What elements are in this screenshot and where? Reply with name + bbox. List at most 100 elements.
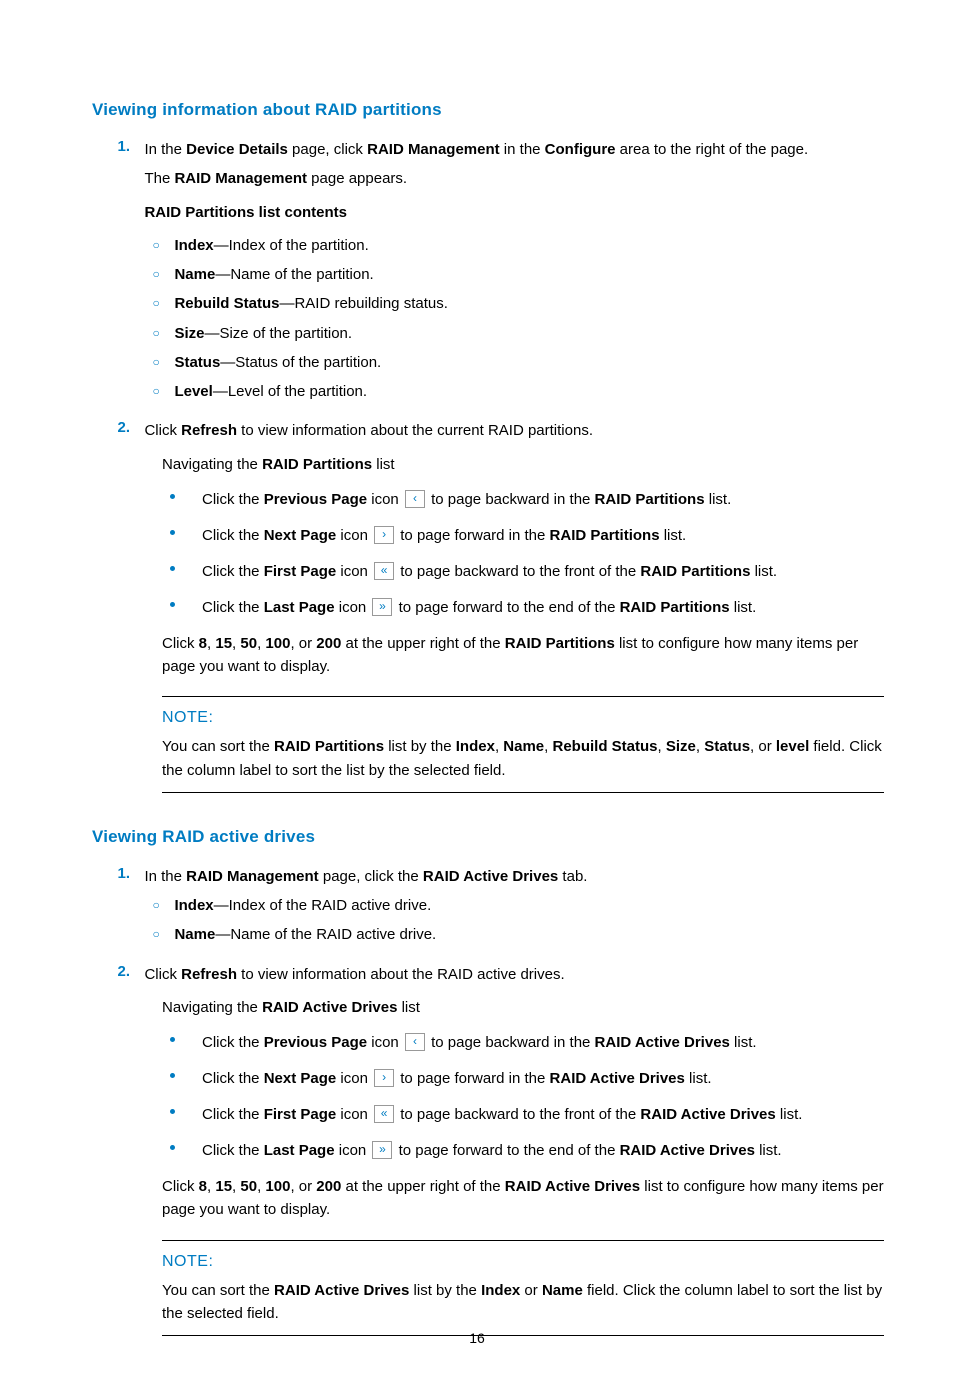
page-sizes-paragraph: Click 8, 15, 50, 100, or 200 at the uppe… (162, 632, 884, 679)
bold-text: 15 (215, 1178, 232, 1195)
text: list (372, 456, 395, 473)
page-nav-icon: › (374, 526, 394, 544)
text: —Status of the partition. (220, 354, 381, 371)
bold-text: First Page (264, 563, 337, 580)
bold-text: Refresh (181, 422, 237, 439)
bold-text: RAID Active Drives (423, 868, 558, 885)
list-item: Click the First Page icon « to page back… (162, 560, 884, 584)
text: list. (705, 491, 732, 508)
note-body: You can sort the RAID Active Drives list… (162, 1279, 884, 1326)
text: list. (750, 563, 777, 580)
text: in the (500, 141, 545, 158)
bold-text: Device Details (186, 141, 288, 158)
step-text: In the RAID Management page, click the R… (144, 865, 824, 957)
text: list. (730, 599, 757, 616)
page-sizes-paragraph: Click 8, 15, 50, 100, or 200 at the uppe… (162, 1175, 884, 1222)
text: —Size of the partition. (204, 325, 352, 342)
list-item: ○Index—Index of the partition. (144, 234, 824, 257)
bold-text: Configure (545, 141, 616, 158)
text: , or (750, 738, 776, 755)
text: list. (755, 1142, 782, 1159)
step-2: 2. Click Refresh to view information abo… (92, 963, 884, 986)
bold-text: First Page (264, 1106, 337, 1123)
list-item: Click the First Page icon « to page back… (162, 1103, 884, 1127)
nav-bullet-list: Click the Previous Page icon ‹ to page b… (162, 488, 884, 620)
text: to page forward to the end of the (394, 1142, 619, 1159)
bold-text: RAID Partitions (274, 738, 384, 755)
bold-text: RAID Active Drives (620, 1142, 755, 1159)
nav-title: Navigating the RAID Partitions list (162, 453, 884, 476)
text: page appears. (307, 170, 407, 187)
page-nav-icon: » (372, 598, 392, 616)
bold-text: 50 (240, 635, 257, 652)
bold-text: Index (174, 897, 213, 914)
text: —Level of the partition. (213, 383, 367, 400)
bold-text: RAID Partitions (620, 599, 730, 616)
text: Click the (202, 1070, 264, 1087)
text: Navigating the (162, 999, 262, 1016)
text: list by the (384, 738, 456, 755)
text: area to the right of the page. (616, 141, 809, 158)
bullet-icon (170, 1145, 175, 1150)
bullet-icon (170, 602, 175, 607)
text: Click the (202, 599, 264, 616)
bullet-icon (170, 566, 175, 571)
text: icon (336, 1070, 372, 1087)
step-text: Click Refresh to view information about … (144, 963, 824, 986)
text: list (397, 999, 420, 1016)
text: icon (336, 527, 372, 544)
text: at the upper right of the (341, 635, 504, 652)
bullet-icon (170, 1073, 175, 1078)
page-nav-icon: ‹ (405, 1033, 425, 1051)
text: to page backward to the front of the (396, 1106, 640, 1123)
step-2: 2. Click Refresh to view information abo… (92, 419, 884, 442)
text: icon (335, 1142, 371, 1159)
list-item: ○Name—Name of the RAID active drive. (144, 923, 824, 946)
heading-raid-active-drives: Viewing RAID active drives (92, 827, 884, 847)
text: to page backward in the (427, 491, 595, 508)
bold-text: Previous Page (264, 1034, 367, 1051)
list-item: ○Index—Index of the RAID active drive. (144, 894, 824, 917)
text: list. (660, 527, 687, 544)
paragraph: The RAID Management page appears. (144, 167, 824, 190)
bullet-icon (170, 530, 175, 535)
text: to page backward in the (427, 1034, 595, 1051)
bold-text: Next Page (264, 527, 337, 544)
list-item: Click the Last Page icon » to page forwa… (162, 1139, 884, 1163)
text: at the upper right of the (341, 1178, 504, 1195)
text: tab. (558, 868, 587, 885)
list-title: RAID Partitions list contents (144, 201, 824, 224)
circle-bullet-icon: ○ (152, 267, 159, 281)
page-nav-icon: ‹ (405, 490, 425, 508)
text: —Name of the RAID active drive. (215, 926, 436, 943)
list-item: ○Rebuild Status—RAID rebuilding status. (144, 292, 824, 315)
bold-text: RAID Management (367, 141, 500, 158)
circle-bullet-icon: ○ (152, 326, 159, 340)
text: to page forward to the end of the (394, 599, 619, 616)
text: page, click (288, 141, 367, 158)
bold-text: Size (666, 738, 696, 755)
bold-text: 200 (316, 635, 341, 652)
text: icon (335, 599, 371, 616)
note-label: NOTE: (162, 709, 884, 727)
page-nav-icon: « (374, 1105, 394, 1123)
circle-bullet-icon: ○ (152, 296, 159, 310)
circle-bullet-icon: ○ (152, 898, 159, 912)
text: Click the (202, 1142, 264, 1159)
bold-text: Rebuild Status (552, 738, 657, 755)
text: icon (367, 491, 403, 508)
bold-text: Next Page (264, 1070, 337, 1087)
bullet-icon (170, 1037, 175, 1042)
text: You can sort the (162, 738, 274, 755)
text: , or (290, 1178, 316, 1195)
bold-text: RAID Partitions (262, 456, 372, 473)
bold-text: RAID Partitions (550, 527, 660, 544)
text: to view information about the current RA… (237, 422, 593, 439)
list-item: ○Status—Status of the partition. (144, 351, 824, 374)
page-nav-icon: › (374, 1069, 394, 1087)
text: Click the (202, 1106, 264, 1123)
text: Click (144, 966, 181, 983)
step-number: 1. (92, 865, 130, 882)
list-item: Click the Previous Page icon ‹ to page b… (162, 1031, 884, 1055)
text: Navigating the (162, 456, 262, 473)
